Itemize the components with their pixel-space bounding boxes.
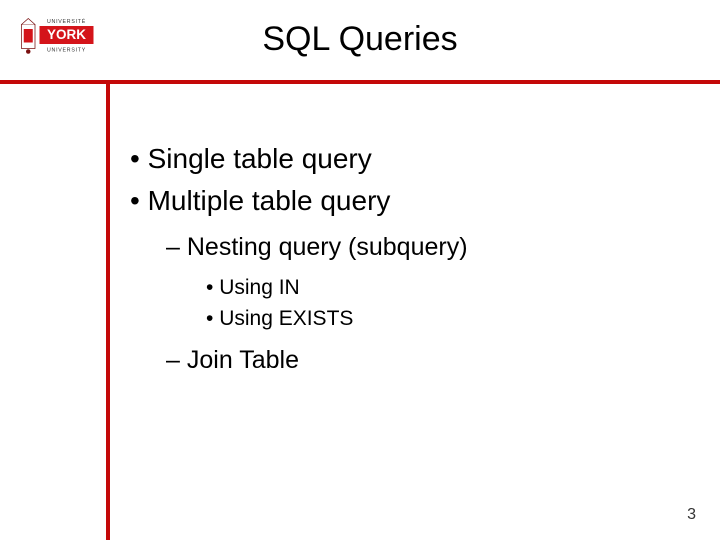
bullet-level-2: Join Table xyxy=(166,343,690,378)
slide-content: Single table query Multiple table query … xyxy=(130,140,690,382)
bullet-item: Join Table xyxy=(166,343,690,378)
bullet-text: Single table query xyxy=(148,143,372,174)
bullet-level-3: Using IN Using EXISTS xyxy=(206,273,690,334)
bullet-item: Nesting query (subquery) xyxy=(166,230,690,265)
bullet-level-2: Nesting query (subquery) xyxy=(166,230,690,265)
bullet-text: Using IN xyxy=(219,276,300,299)
bullet-item: Multiple table query xyxy=(130,182,690,220)
bullet-text: Nesting query (subquery) xyxy=(187,233,468,261)
slide-title: SQL Queries xyxy=(0,20,720,59)
bullet-text: Join Table xyxy=(187,346,299,374)
bullet-item: Single table query xyxy=(130,140,690,178)
bullet-text: Using EXISTS xyxy=(219,307,353,330)
slide: YORK UNIVERSITÉ UNIVERSITY SQL Queries S… xyxy=(0,0,720,540)
vertical-divider xyxy=(106,80,110,540)
bullet-level-1: Single table query Multiple table query xyxy=(130,140,690,220)
bullet-item: Using EXISTS xyxy=(206,304,690,333)
bullet-item: Using IN xyxy=(206,273,690,302)
bullet-text: Multiple table query xyxy=(148,185,391,216)
page-number: 3 xyxy=(687,506,696,524)
